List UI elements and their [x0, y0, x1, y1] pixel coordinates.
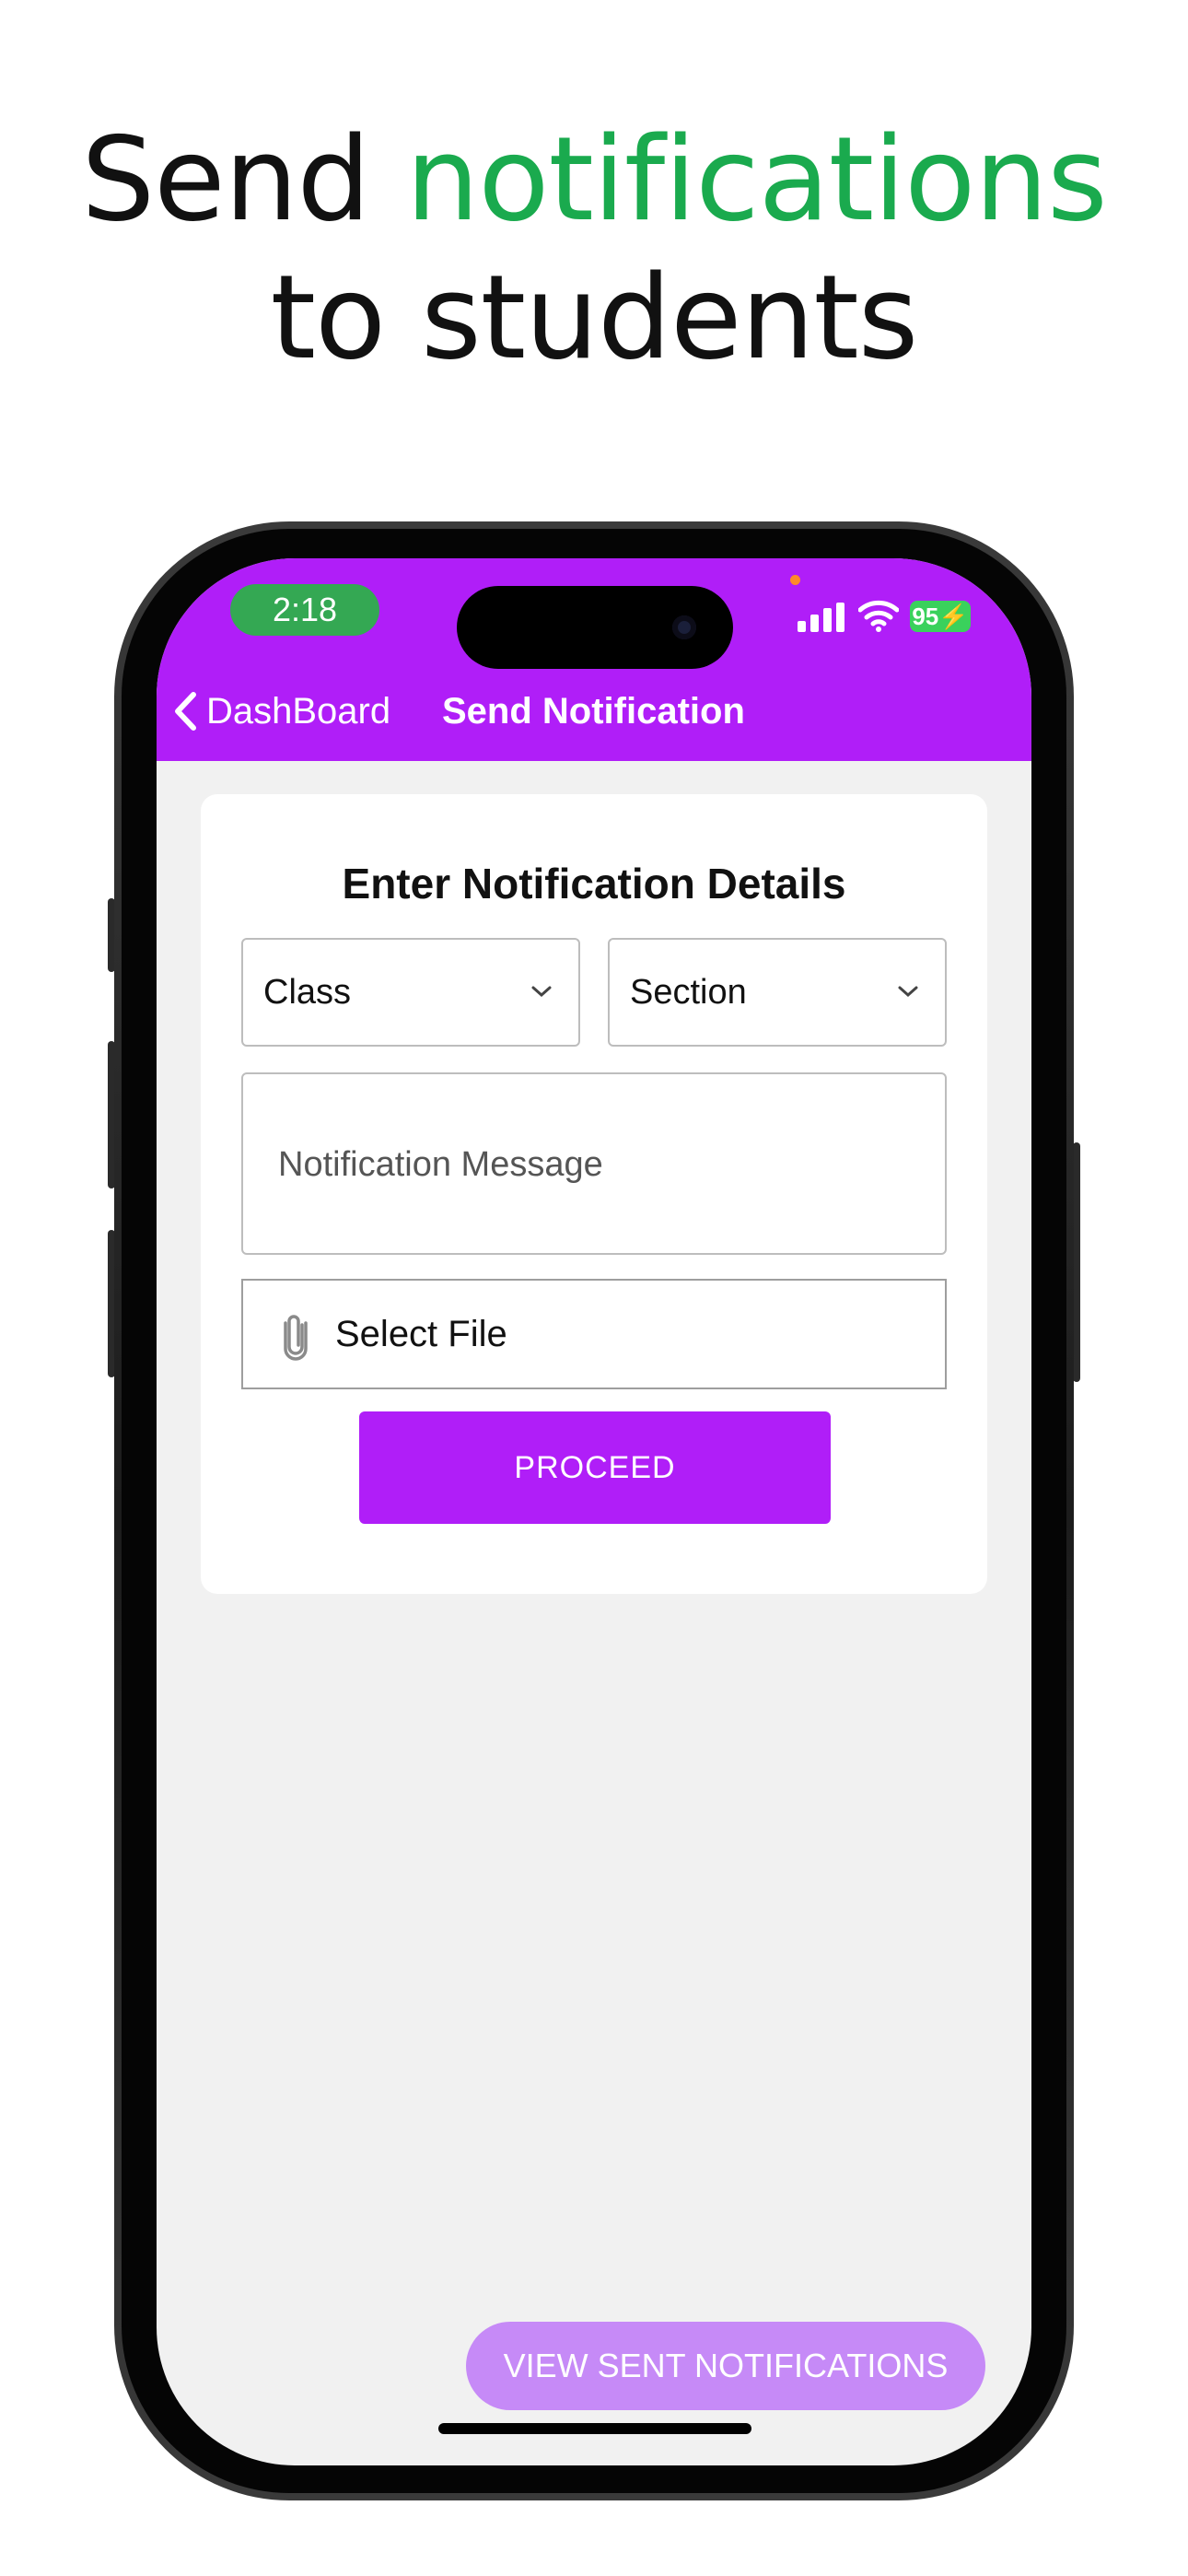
chevron-down-icon — [531, 986, 552, 998]
headline-line-1: Send notifications — [0, 111, 1188, 249]
headline-line-2: to students — [270, 250, 919, 385]
bolt-icon: ⚡ — [938, 603, 969, 630]
app-header: 2:18 95⚡ DashBoard Send Notification — [157, 558, 1031, 761]
privacy-indicator-dot — [790, 575, 800, 585]
page-title: Send Notification — [442, 691, 745, 732]
status-time: 2:18 — [230, 584, 379, 636]
back-button[interactable]: DashBoard — [173, 684, 390, 739]
form-title: Enter Notification Details — [342, 860, 846, 907]
class-select[interactable]: Class — [241, 938, 580, 1047]
battery-charging-icon: 95⚡ — [910, 601, 971, 632]
home-indicator — [438, 2423, 751, 2434]
cellular-signal-icon — [798, 603, 845, 632]
proceed-button[interactable]: PROCEED — [359, 1411, 831, 1524]
promo-headline: Send notifications to students — [0, 111, 1188, 387]
view-sent-notifications-button[interactable]: VIEW SENT NOTIFICATIONS — [466, 2322, 985, 2410]
phone-power-button — [1073, 1142, 1080, 1382]
section-select[interactable]: Section — [608, 938, 947, 1047]
dynamic-island — [457, 586, 733, 669]
back-button-label: DashBoard — [206, 690, 391, 732]
notification-message-input[interactable]: Notification Message — [241, 1072, 947, 1255]
class-select-value: Class — [263, 973, 352, 1012]
select-file-label: Select File — [335, 1314, 507, 1354]
chevron-down-icon — [898, 986, 918, 998]
notification-form-card: Enter Notification Details Class Section… — [201, 794, 987, 1594]
headline-text: Send — [81, 111, 406, 247]
camera-icon — [672, 615, 696, 639]
chevron-left-icon — [175, 692, 196, 731]
message-placeholder: Notification Message — [278, 1145, 603, 1184]
phone-screen: 2:18 95⚡ DashBoard Send Notification Ent… — [157, 558, 1031, 2465]
section-select-value: Section — [630, 973, 747, 1012]
battery-level: 95 — [912, 603, 939, 630]
paperclip-icon — [284, 1315, 308, 1361]
wifi-icon — [858, 600, 899, 632]
headline-accent: notifications — [405, 111, 1108, 247]
select-file-button[interactable]: Select File — [241, 1279, 947, 1389]
